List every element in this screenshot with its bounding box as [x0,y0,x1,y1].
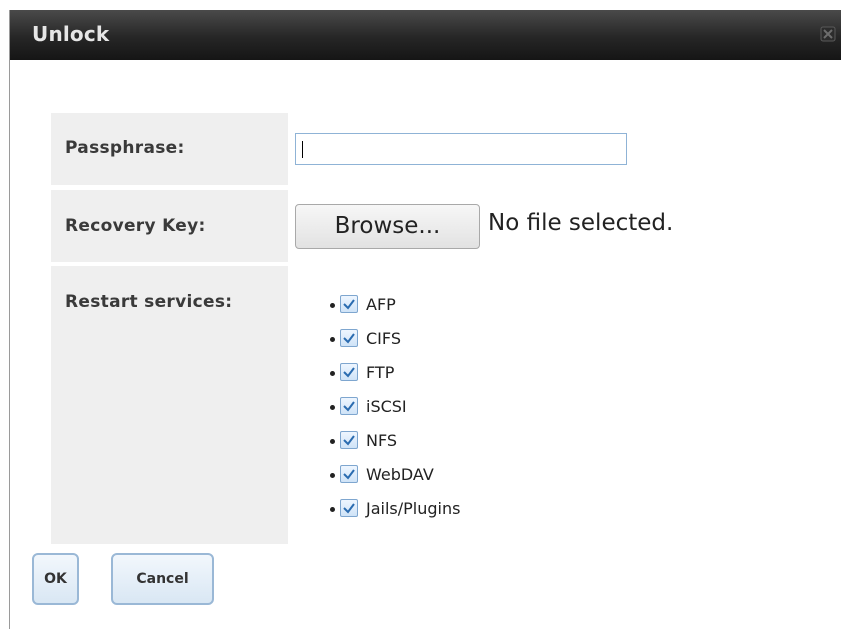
service-label: FTP [366,363,395,382]
ok-button[interactable]: OK [32,553,79,605]
dialog-titlebar[interactable]: Unlock [10,10,841,60]
checkbox-webdav[interactable] [340,465,358,483]
bullet [330,337,335,342]
bullet [330,303,335,308]
bullet [330,405,335,410]
cancel-button[interactable]: Cancel [111,553,214,605]
restart-services-label: Restart services: [65,292,233,312]
text-caret [302,141,303,158]
passphrase-label-cell: Passphrase: [51,113,288,185]
service-label: AFP [366,295,396,314]
checkbox-cifs[interactable] [340,329,358,347]
service-label: WebDAV [366,465,434,484]
bullet [330,507,335,512]
dialog-title: Unlock [32,22,110,46]
restart-services-label-cell: Restart services: [51,266,288,544]
service-label: CIFS [366,329,401,348]
checkbox-nfs[interactable] [340,431,358,449]
recovery-key-label-cell: Recovery Key: [51,190,288,262]
checkbox-afp[interactable] [340,295,358,313]
checkbox-jails-plugins[interactable] [340,499,358,517]
unlock-dialog: Unlock Passphrase: Recovery Key: Browse.… [9,10,841,629]
checkbox-iscsi[interactable] [340,397,358,415]
bullet [330,473,335,478]
checkbox-ftp[interactable] [340,363,358,381]
bullet [330,439,335,444]
file-status: No file selected. [488,210,674,236]
browse-button[interactable]: Browse... [295,204,480,249]
passphrase-label: Passphrase: [65,138,185,158]
bullet [330,371,335,376]
close-icon[interactable] [820,26,836,42]
service-label: Jails/Plugins [366,499,461,518]
recovery-key-label: Recovery Key: [65,216,206,236]
passphrase-input[interactable] [295,133,627,165]
service-label: iSCSI [366,397,407,416]
service-label: NFS [366,431,398,450]
